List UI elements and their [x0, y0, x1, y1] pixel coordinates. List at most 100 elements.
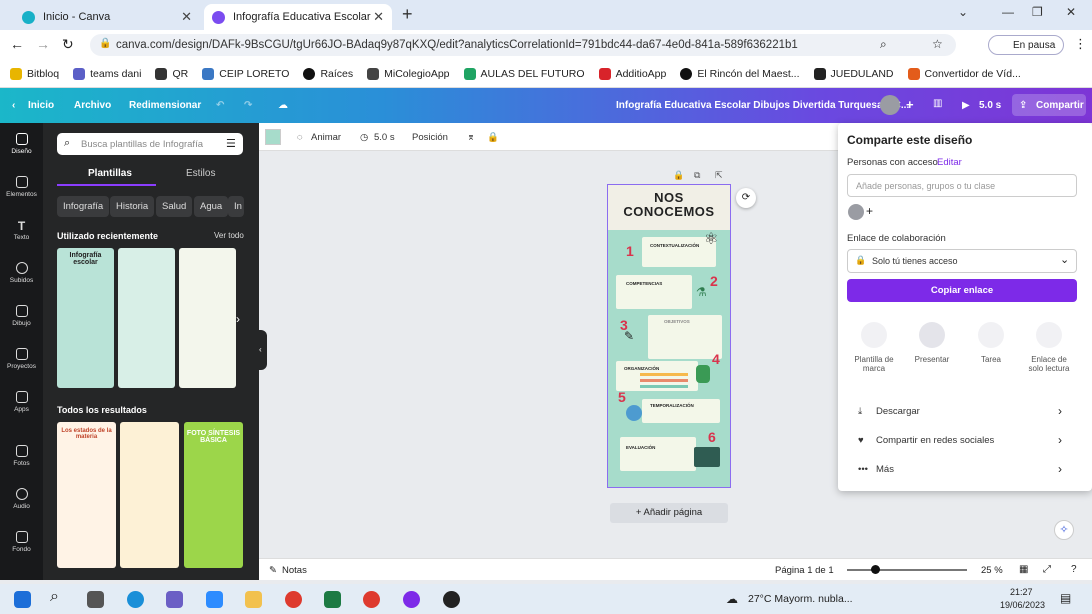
bookmark[interactable]: AdditioApp	[598, 67, 666, 80]
rail-diseno[interactable]: Diseño	[0, 133, 43, 155]
redo-icon[interactable]: ↷	[244, 100, 252, 111]
windows-start-icon[interactable]	[14, 591, 31, 608]
bookmark[interactable]: AULAS DEL FUTURO	[463, 67, 585, 80]
duplicate-page-icon[interactable]: ⧉	[694, 170, 700, 181]
design-title[interactable]: Infografía Educativa Escolar Dibujos Div…	[616, 100, 909, 111]
chip[interactable]: Salud	[156, 196, 193, 217]
resize-button[interactable]: Redimensionar	[129, 100, 201, 111]
bookmark[interactable]: Convertidor de Víd...	[907, 67, 1021, 80]
assistant-icon[interactable]: ✧	[1054, 520, 1074, 540]
bookmark[interactable]: MiColegioApp	[367, 67, 450, 80]
animate-button[interactable]: Animar	[311, 132, 341, 143]
copy-link-button[interactable]: Copiar enlace	[847, 279, 1077, 302]
home-link[interactable]: Inicio	[28, 100, 54, 111]
new-tab-button[interactable]: +	[402, 4, 413, 25]
present-timer[interactable]: 5.0 s	[979, 100, 1001, 111]
animate-icon[interactable]: ◌	[297, 132, 303, 143]
chevron-left-icon[interactable]: ‹	[12, 100, 15, 111]
position-button[interactable]: Posición	[412, 132, 448, 143]
task-option[interactable]: Tarea	[966, 322, 1016, 364]
template-thumb[interactable]	[179, 248, 236, 388]
color-swatch[interactable]	[265, 129, 281, 145]
file-menu[interactable]: Archivo	[74, 100, 111, 111]
lock-icon[interactable]: 🔒	[487, 132, 499, 143]
bookmark[interactable]: Raíces	[303, 67, 353, 80]
forward-icon[interactable]: →	[36, 36, 50, 52]
collapse-panel-button[interactable]: ‹	[259, 330, 267, 370]
url-field[interactable]: canva.com/design/DAFk-9BsCGU/tgUr66JO-BA…	[90, 34, 956, 56]
chip[interactable]: Infografía	[57, 196, 110, 217]
present-option[interactable]: Presentar	[907, 322, 957, 364]
duration-button[interactable]: 5.0 s	[374, 132, 395, 143]
bookmark[interactable]: QR	[155, 67, 188, 80]
weather-text[interactable]: 27°C Mayorm. nubla...	[748, 593, 853, 605]
chrome-icon[interactable]	[363, 591, 380, 608]
refresh-icon[interactable]: ⟳	[736, 188, 756, 208]
close-icon[interactable]: ✕	[181, 9, 192, 25]
template-thumb[interactable]	[120, 422, 179, 568]
reload-icon[interactable]: ↻	[62, 36, 74, 53]
rail-fotos[interactable]: Fotos	[0, 445, 43, 467]
tab-inicio[interactable]: Inicio - Canva ✕	[14, 4, 200, 30]
undo-icon[interactable]: ↶	[216, 100, 224, 111]
bookmark[interactable]: El Rincón del Maest...	[680, 67, 800, 80]
bookmark[interactable]: JUEDULAND	[813, 67, 894, 80]
see-all-link[interactable]: Ver todo	[214, 231, 244, 240]
brand-template-option[interactable]: Plantilla de marca	[849, 322, 899, 373]
rail-fondo[interactable]: Fondo	[0, 531, 43, 553]
chevron-down-icon[interactable]: ⌄	[958, 5, 968, 19]
search-icon[interactable]: ⌕	[50, 588, 59, 606]
profile-button[interactable]: En pausa	[988, 35, 1064, 55]
chevron-right-icon[interactable]: ›	[236, 312, 240, 326]
zoom-icon[interactable]	[206, 591, 223, 608]
notes-icon[interactable]: ✎	[269, 565, 277, 576]
play-icon[interactable]: ▶	[962, 100, 970, 111]
grid-view-icon[interactable]: ▦	[1019, 564, 1028, 575]
tab-estilos[interactable]: Estilos	[186, 168, 215, 179]
bookmark[interactable]: CEIP LORETO	[202, 67, 289, 80]
clock-time[interactable]: 21:27	[1010, 587, 1033, 597]
notification-icon[interactable]: ▤	[1060, 591, 1071, 605]
template-thumb[interactable]	[118, 248, 175, 388]
paint-icon[interactable]: ⌆	[467, 132, 475, 143]
clock-icon[interactable]: ◷	[360, 132, 368, 143]
help-icon[interactable]: ?	[1071, 564, 1077, 575]
add-people-input[interactable]: Añade personas, grupos o tu clase	[847, 174, 1077, 197]
bookmark[interactable]: teams dani	[73, 67, 141, 80]
rail-dibujo[interactable]: Dibujo	[0, 305, 43, 327]
design-page[interactable]: NOS CONOCEMOS CONTEXTUALIZACIÓN COMPETEN…	[607, 184, 731, 488]
chevron-right-icon[interactable]: ›	[1058, 462, 1062, 476]
search-input[interactable]: Busca plantillas de Infografía	[57, 133, 243, 155]
rail-proyectos[interactable]: Proyectos	[0, 348, 43, 370]
chevron-right-icon[interactable]: ›	[1058, 404, 1062, 418]
rail-subidos[interactable]: Subidos	[0, 262, 43, 284]
lock-page-icon[interactable]: 🔒	[673, 170, 684, 181]
chevron-down-icon[interactable]: ⌄	[1060, 253, 1069, 266]
template-thumb[interactable]: Infografía escolar	[57, 248, 114, 388]
rail-elementos[interactable]: Elementos	[0, 176, 43, 198]
chrome-icon[interactable]	[285, 591, 302, 608]
chip[interactable]: In	[228, 196, 244, 217]
rail-audio[interactable]: Audio	[0, 488, 43, 510]
chip[interactable]: Agua	[194, 196, 229, 217]
download-item[interactable]: Descargar	[876, 406, 920, 417]
star-icon[interactable]: ☆	[932, 37, 943, 51]
social-share-item[interactable]: Compartir en redes sociales	[876, 435, 994, 446]
task-view-icon[interactable]	[87, 591, 104, 608]
avatar[interactable]	[880, 95, 900, 115]
tab-plantillas[interactable]: Plantillas	[88, 168, 132, 179]
chrome-profile-icon[interactable]	[443, 591, 460, 608]
rail-apps[interactable]: Apps	[0, 391, 43, 413]
more-item[interactable]: Más	[876, 464, 894, 475]
insights-icon[interactable]: ▥	[933, 98, 942, 109]
template-thumb[interactable]: FOTO SÍNTESIS BÁSICA	[184, 422, 243, 568]
search-icon[interactable]: ⌕	[880, 37, 887, 52]
maximize-button[interactable]: ❐	[1032, 5, 1043, 19]
lock-icon[interactable]: 🔒	[99, 38, 111, 49]
folder-icon[interactable]	[245, 591, 262, 608]
add-page-icon[interactable]: ⇱	[715, 170, 723, 181]
minimize-button[interactable]: —	[1002, 5, 1014, 19]
close-icon[interactable]: ✕	[373, 9, 384, 25]
calculator-icon[interactable]	[324, 591, 341, 608]
zoom-level[interactable]: 25 %	[981, 565, 1003, 576]
